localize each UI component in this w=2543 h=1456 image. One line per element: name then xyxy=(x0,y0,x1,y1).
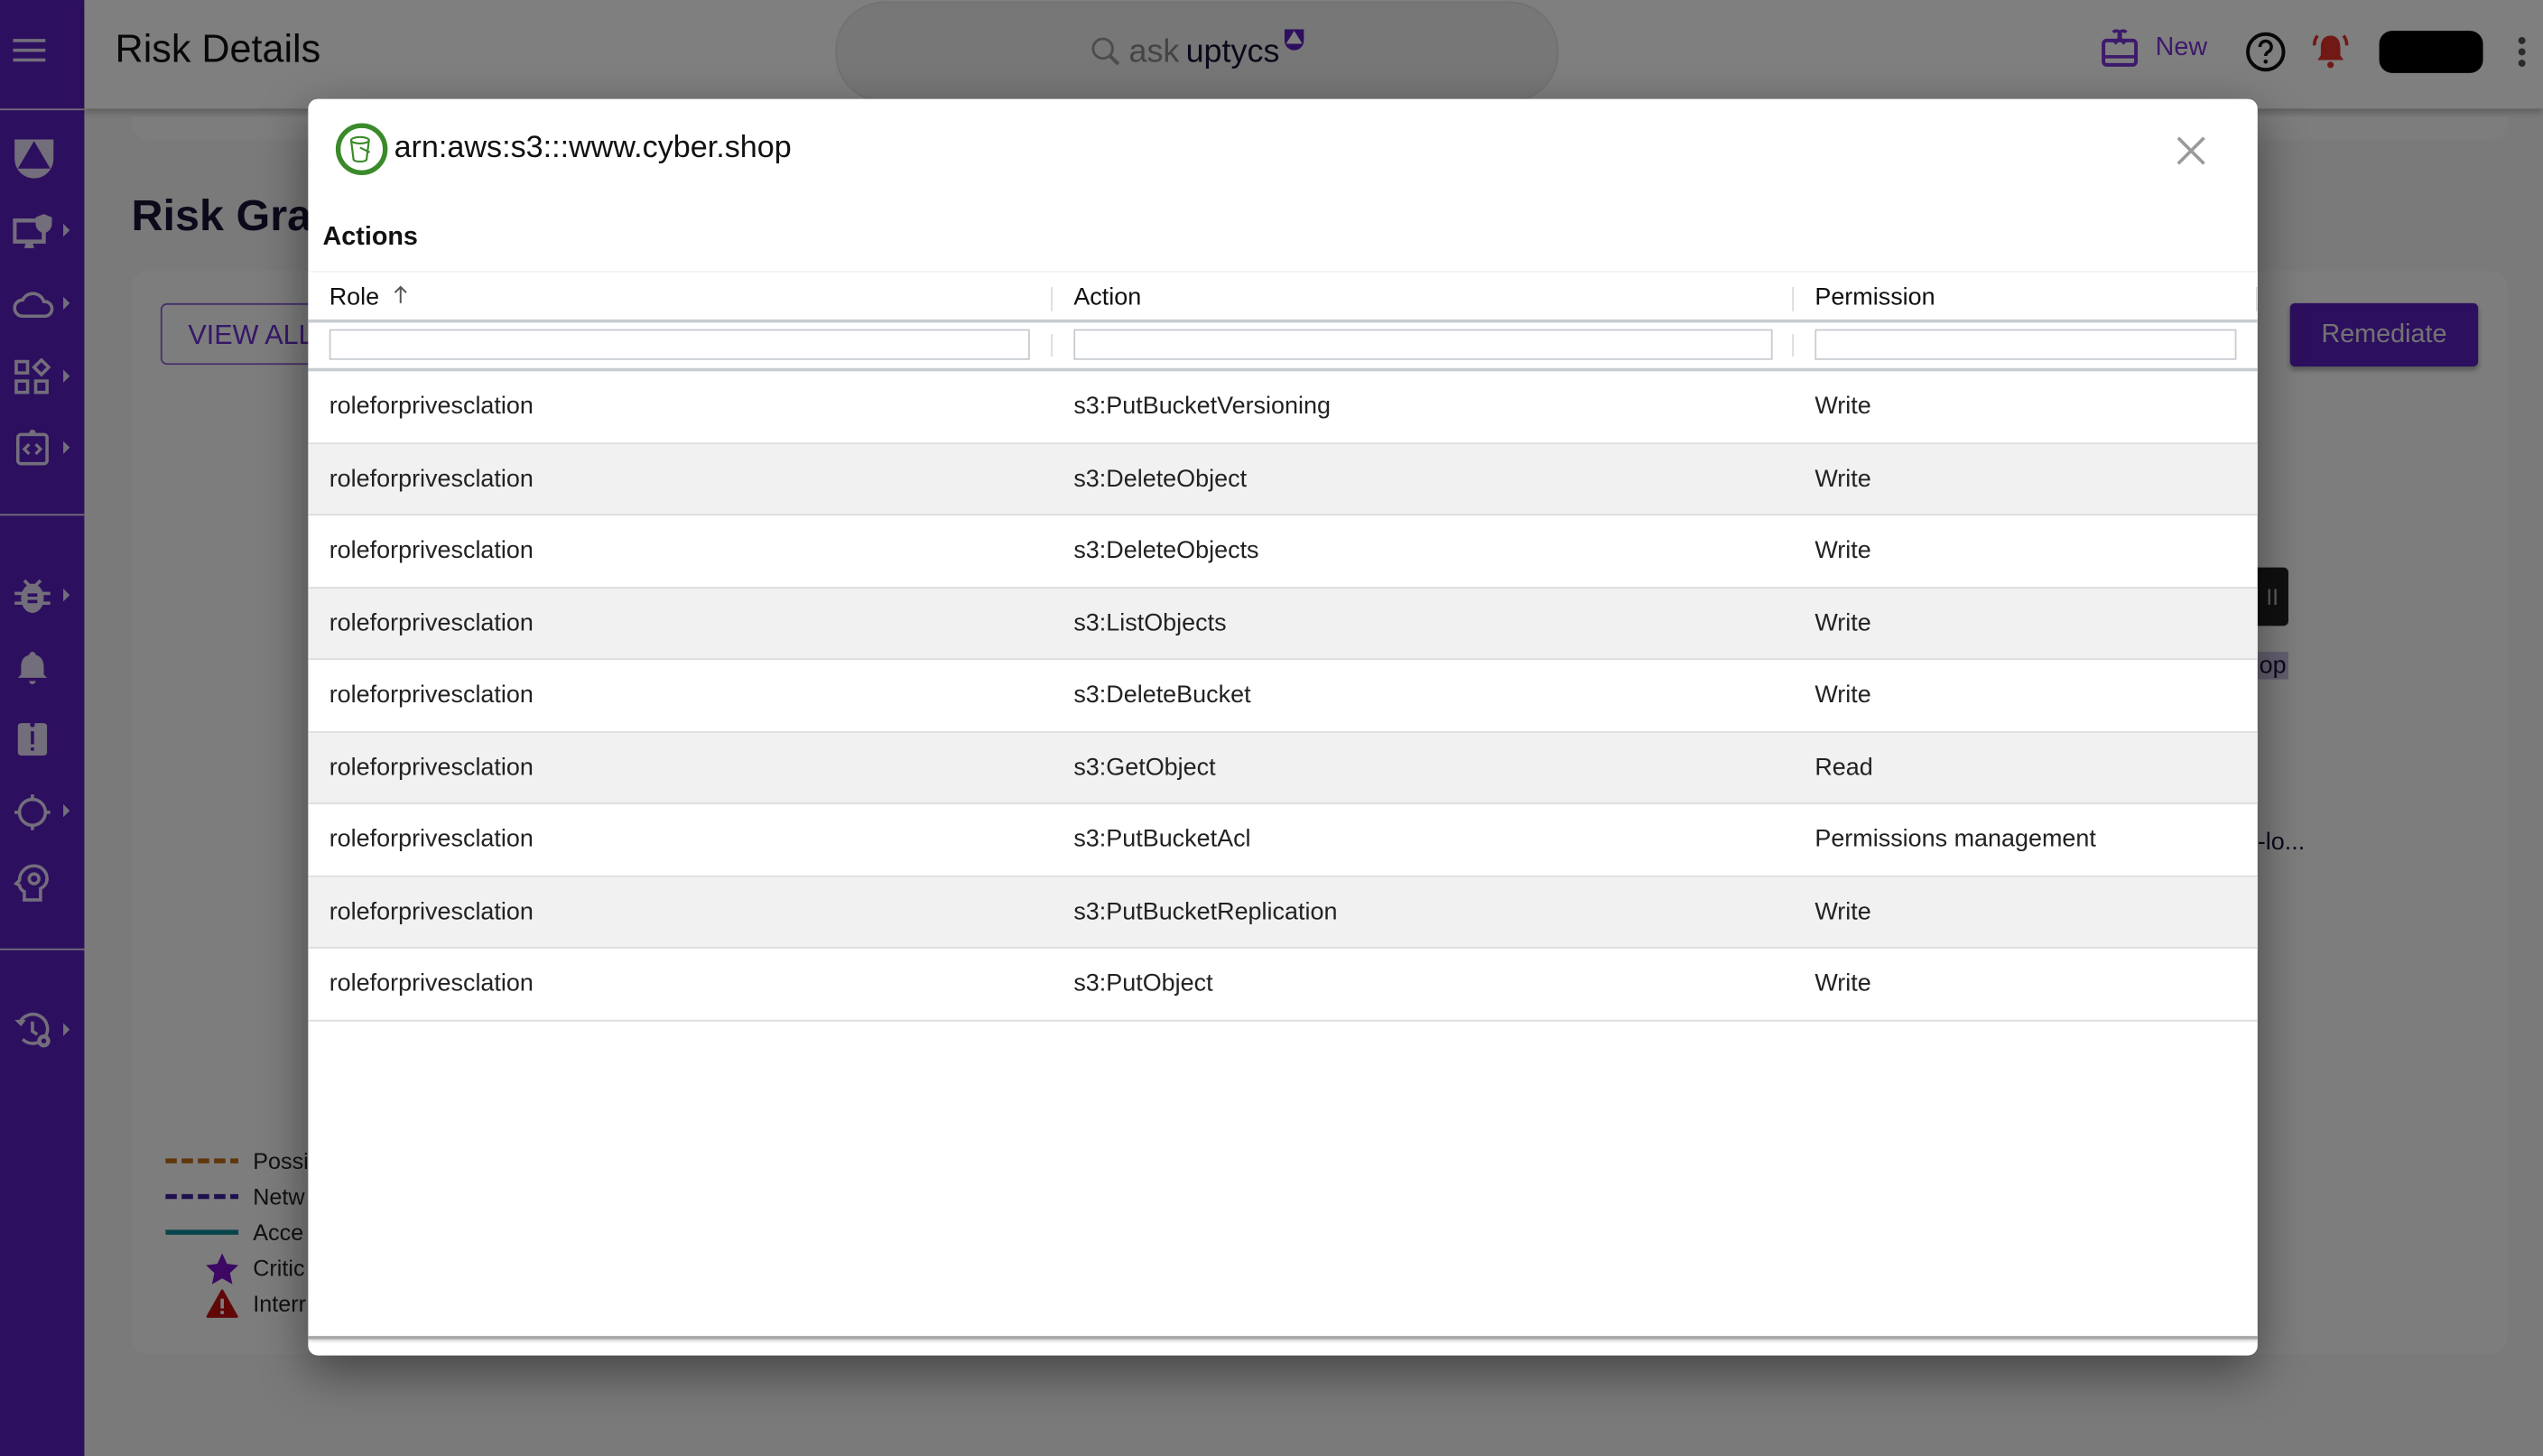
column-header-permission[interactable]: Permission xyxy=(1814,283,1935,311)
app-root: Risk Details ask uptycs New Risk Gra VIE… xyxy=(0,0,2543,1456)
close-icon[interactable] xyxy=(2173,133,2209,169)
column-header-action[interactable]: Action xyxy=(1073,283,1141,311)
column-header-role[interactable]: Role xyxy=(329,283,412,311)
actions-section-label: Actions xyxy=(322,223,418,252)
cell-permission: Read xyxy=(1814,753,1873,781)
filter-separator xyxy=(1792,334,1794,357)
column-resize-handle[interactable] xyxy=(1051,286,1053,311)
cell-action: s3:PutBucketReplication xyxy=(1073,897,1338,925)
cell-permission: Write xyxy=(1814,464,1871,493)
cell-action: s3:PutBucketAcl xyxy=(1073,825,1251,853)
action-filter-input[interactable] xyxy=(1073,329,1773,360)
cell-role: roleforprivesclation xyxy=(329,536,534,565)
cell-action: s3:DeleteObjects xyxy=(1073,536,1259,565)
cell-permission: Write xyxy=(1814,681,1871,709)
cell-permission: Write xyxy=(1814,608,1871,637)
sort-ascending-icon xyxy=(394,285,407,303)
cell-action: s3:DeleteBucket xyxy=(1073,681,1251,709)
s3-bucket-icon xyxy=(335,123,388,175)
table-row[interactable]: roleforprivesclation s3:PutObject Write xyxy=(308,949,2258,1021)
table-row[interactable]: roleforprivesclation s3:DeleteObjects Writ… xyxy=(308,515,2258,589)
filter-row xyxy=(308,322,2258,372)
column-label: Role xyxy=(329,283,380,311)
cell-permission: Write xyxy=(1814,969,1871,997)
cell-role: roleforprivesclation xyxy=(329,753,534,781)
cell-role: roleforprivesclation xyxy=(329,681,534,709)
table-row[interactable]: roleforprivesclation s3:DeleteBucket Write xyxy=(308,660,2258,732)
modal-title: arn:aws:s3:::www.cyber.shop xyxy=(394,131,792,166)
cell-role: roleforprivesclation xyxy=(329,464,534,493)
cell-action: s3:GetObject xyxy=(1073,753,1216,781)
cell-role: roleforprivesclation xyxy=(329,825,534,853)
cell-permission: Write xyxy=(1814,392,1871,421)
actions-table: Role Action Permission roleforprivesclat… xyxy=(308,270,2258,1021)
actions-modal: arn:aws:s3:::www.cyber.shop Actions Role… xyxy=(308,98,2258,1356)
table-body: roleforprivesclation s3:PutBucketVersioni… xyxy=(308,371,2258,1021)
table-header: Role Action Permission xyxy=(308,270,2258,323)
cell-role: roleforprivesclation xyxy=(329,392,534,421)
cell-action: s3:DeleteObject xyxy=(1073,464,1248,493)
table-row[interactable]: roleforprivesclation s3:ListObjects Write xyxy=(308,588,2258,661)
cell-action: s3:ListObjects xyxy=(1073,608,1227,637)
table-row[interactable]: roleforprivesclation s3:GetObject Read xyxy=(308,731,2258,804)
cell-role: roleforprivesclation xyxy=(329,897,534,925)
table-row[interactable]: roleforprivesclation s3:DeleteObject Write xyxy=(308,443,2258,516)
column-label: Action xyxy=(1073,283,1142,311)
cell-role: roleforprivesclation xyxy=(329,608,534,637)
cell-permission: Write xyxy=(1814,536,1871,565)
cell-role: roleforprivesclation xyxy=(329,969,534,997)
permission-filter-input[interactable] xyxy=(1814,329,2237,360)
table-row[interactable]: roleforprivesclation s3:PutBucketReplicat… xyxy=(308,876,2258,949)
cell-permission: Write xyxy=(1814,897,1871,925)
column-resize-handle[interactable] xyxy=(1792,286,1794,311)
column-label: Permission xyxy=(1814,283,1935,311)
modal-header: arn:aws:s3:::www.cyber.shop xyxy=(335,123,792,175)
table-row[interactable]: roleforprivesclation s3:PutBucketAcl Permi… xyxy=(308,804,2258,876)
filter-separator xyxy=(1051,334,1053,357)
horizontal-scrollbar[interactable] xyxy=(308,1336,2258,1340)
role-filter-input[interactable] xyxy=(329,329,1030,360)
column-resize-handle[interactable] xyxy=(2256,286,2258,311)
cell-permission: Permissions management xyxy=(1814,825,2096,853)
cell-action: s3:PutObject xyxy=(1073,969,1213,997)
cell-action: s3:PutBucketVersioning xyxy=(1073,392,1331,421)
table-row[interactable]: roleforprivesclation s3:PutBucketVersioni… xyxy=(308,371,2258,444)
